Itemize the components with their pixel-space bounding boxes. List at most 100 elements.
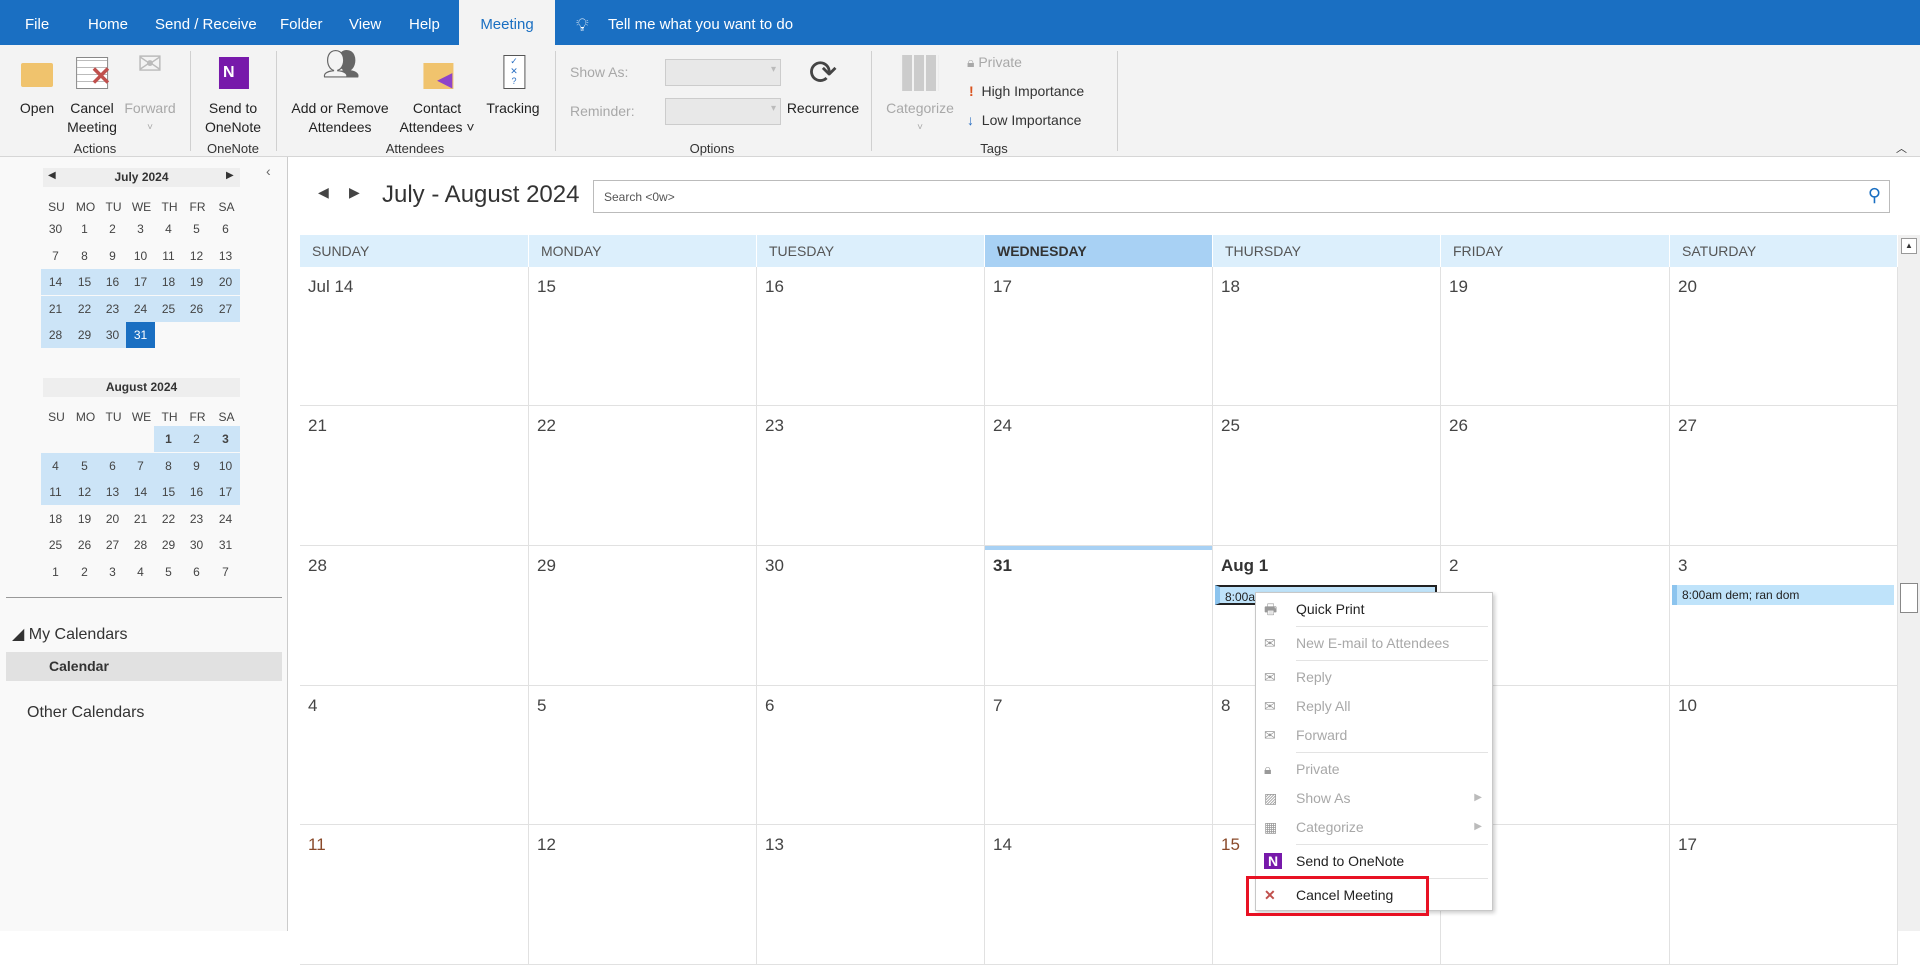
menu-item-show-as[interactable]: ▨ Show As ▶ [1256, 784, 1492, 812]
day-cell[interactable]: 19 [1441, 267, 1670, 406]
mini-day[interactable]: 2 [182, 426, 211, 452]
recurrence-button[interactable]: ⟳ Recurrence [787, 55, 859, 118]
day-cell[interactable]: 4 [300, 686, 529, 825]
mini-day[interactable]: 7 [211, 559, 240, 585]
menu-item-forward[interactable]: ✉ Forward [1256, 721, 1492, 749]
day-cell[interactable]: 25 [1213, 406, 1441, 546]
day-cell[interactable]: 29 [529, 546, 757, 686]
mini-next-icon[interactable]: ▶ [226, 170, 234, 181]
menu-item-send-to-onenote[interactable]: N Send to OneNote [1256, 847, 1492, 875]
day-cell[interactable]: 5 [529, 686, 757, 825]
mini-day[interactable]: 14 [41, 269, 70, 295]
mini-day[interactable]: 20 [211, 269, 240, 295]
mini-day[interactable]: 19 [182, 269, 211, 295]
mini-day[interactable]: 4 [154, 216, 183, 242]
next-arrow-icon[interactable]: ▶ [349, 184, 360, 201]
day-cell[interactable]: 11 [300, 825, 529, 965]
mini-day[interactable]: 2 [70, 559, 99, 585]
mini-day[interactable]: 27 [98, 532, 127, 558]
other-calendars-group[interactable]: Other Calendars [27, 704, 144, 722]
mini-day[interactable]: 25 [41, 532, 70, 558]
mini-day[interactable]: 31 [211, 532, 240, 558]
tab-home[interactable]: Home [88, 0, 128, 45]
mini-day[interactable]: 22 [70, 295, 99, 322]
tell-me-search[interactable]: Tell me what you want to do [608, 0, 793, 45]
day-cell[interactable]: 23 [757, 406, 985, 546]
mini-day[interactable]: 22 [154, 506, 183, 532]
mini-day[interactable]: 26 [70, 532, 99, 558]
mini-day[interactable]: 25 [154, 295, 183, 322]
mini-day[interactable]: 30 [182, 532, 211, 558]
add-remove-attendees-button[interactable]: 👥︎ Add or Remove Attendees [291, 50, 388, 137]
contact-attendees-button[interactable]: ◀ Contact Attendees ˅ [399, 55, 475, 137]
mini-day[interactable]: 8 [70, 243, 99, 269]
mini-day[interactable]: 29 [70, 322, 99, 348]
mini-day[interactable]: 7 [126, 452, 155, 479]
day-cell[interactable]: 13 [757, 825, 985, 965]
mini-day[interactable]: 16 [182, 479, 211, 505]
mini-day[interactable]: 21 [126, 506, 155, 532]
mini-day[interactable]: 29 [154, 532, 183, 558]
mini-day[interactable]: 26 [182, 295, 211, 322]
mini-day[interactable]: 1 [154, 426, 183, 452]
mini-day[interactable]: 11 [41, 479, 70, 505]
mini-day[interactable]: 7 [41, 243, 70, 269]
calendar-item[interactable]: Calendar [6, 652, 282, 681]
tab-help[interactable]: Help [409, 0, 440, 45]
scrollbar[interactable]: ▲ [1898, 235, 1920, 931]
mini-day[interactable]: 2 [98, 216, 127, 242]
day-cell[interactable]: 31 [985, 546, 1213, 686]
mini-day[interactable]: 27 [211, 295, 240, 322]
mini-day[interactable]: 5 [70, 452, 99, 479]
mini-day[interactable]: 17 [126, 269, 155, 295]
day-cell[interactable]: 20 [1670, 267, 1898, 406]
day-cell[interactable]: 7 [985, 686, 1213, 825]
day-cell[interactable]: 22 [529, 406, 757, 546]
day-cell[interactable]: 3 [1670, 546, 1898, 686]
search-icon[interactable]: ⚲ [1868, 185, 1881, 206]
day-cell[interactable]: 26 [1441, 406, 1670, 546]
mini-day[interactable]: 23 [98, 295, 127, 322]
low-importance-button[interactable]: ↓ Low Importance [967, 112, 1081, 128]
day-cell[interactable]: Jul 14 [300, 267, 529, 406]
mini-day[interactable]: 9 [182, 452, 211, 479]
menu-item-new-e-mail-to-attendees[interactable]: ✉ New E-mail to Attendees [1256, 629, 1492, 657]
day-cell[interactable]: 14 [985, 825, 1213, 965]
menu-item-quick-print[interactable]: 🖶 Quick Print [1256, 595, 1492, 623]
mini-day[interactable]: 5 [154, 559, 183, 585]
mini-day[interactable]: 11 [154, 243, 183, 269]
search-box[interactable]: Search <0w> ⚲ [593, 180, 1890, 213]
calendar-event[interactable]: 8:00am dem; ran dom [1672, 585, 1894, 605]
mini-day[interactable]: 6 [182, 559, 211, 585]
day-cell[interactable]: 10 [1670, 686, 1898, 825]
collapse-pane-icon[interactable]: ‹ [266, 163, 271, 179]
day-cell[interactable]: 28 [300, 546, 529, 686]
high-importance-button[interactable]: ! High Importance [969, 83, 1084, 99]
mini-day[interactable]: 20 [98, 506, 127, 532]
menu-item-reply[interactable]: ✉ Reply [1256, 663, 1492, 691]
mini-day[interactable]: 1 [41, 559, 70, 585]
day-cell[interactable]: 15 [529, 267, 757, 406]
mini-day[interactable]: 24 [126, 295, 155, 322]
forward-button[interactable]: ✉ Forward ˅ [124, 50, 175, 137]
mini-day[interactable]: 14 [126, 479, 155, 505]
mini-day[interactable]: 3 [211, 426, 240, 452]
mini-day[interactable]: 15 [70, 269, 99, 295]
day-cell[interactable]: 18 [1213, 267, 1441, 406]
day-cell[interactable]: 27 [1670, 406, 1898, 546]
mini-day[interactable]: 8 [154, 452, 183, 479]
mini-day[interactable]: 9 [98, 243, 127, 269]
day-cell[interactable]: 21 [300, 406, 529, 546]
categorize-button[interactable]: Categorize ˅ [886, 55, 954, 137]
mini-day[interactable]: 16 [98, 269, 127, 295]
menu-item-reply-all[interactable]: ✉ Reply All [1256, 692, 1492, 720]
day-cell[interactable]: 12 [529, 825, 757, 965]
mini-day[interactable]: 6 [211, 216, 240, 242]
menu-item-categorize[interactable]: ▦ Categorize ▶ [1256, 813, 1492, 841]
tab-view[interactable]: View [349, 0, 381, 45]
send-to-onenote-button[interactable]: N Send to OneNote [205, 55, 261, 137]
mini-day[interactable]: 1 [70, 216, 99, 242]
mini-day[interactable]: 15 [154, 479, 183, 505]
private-button[interactable]: 🔒︎ Private [967, 54, 1022, 71]
mini-day[interactable]: 10 [211, 452, 240, 479]
